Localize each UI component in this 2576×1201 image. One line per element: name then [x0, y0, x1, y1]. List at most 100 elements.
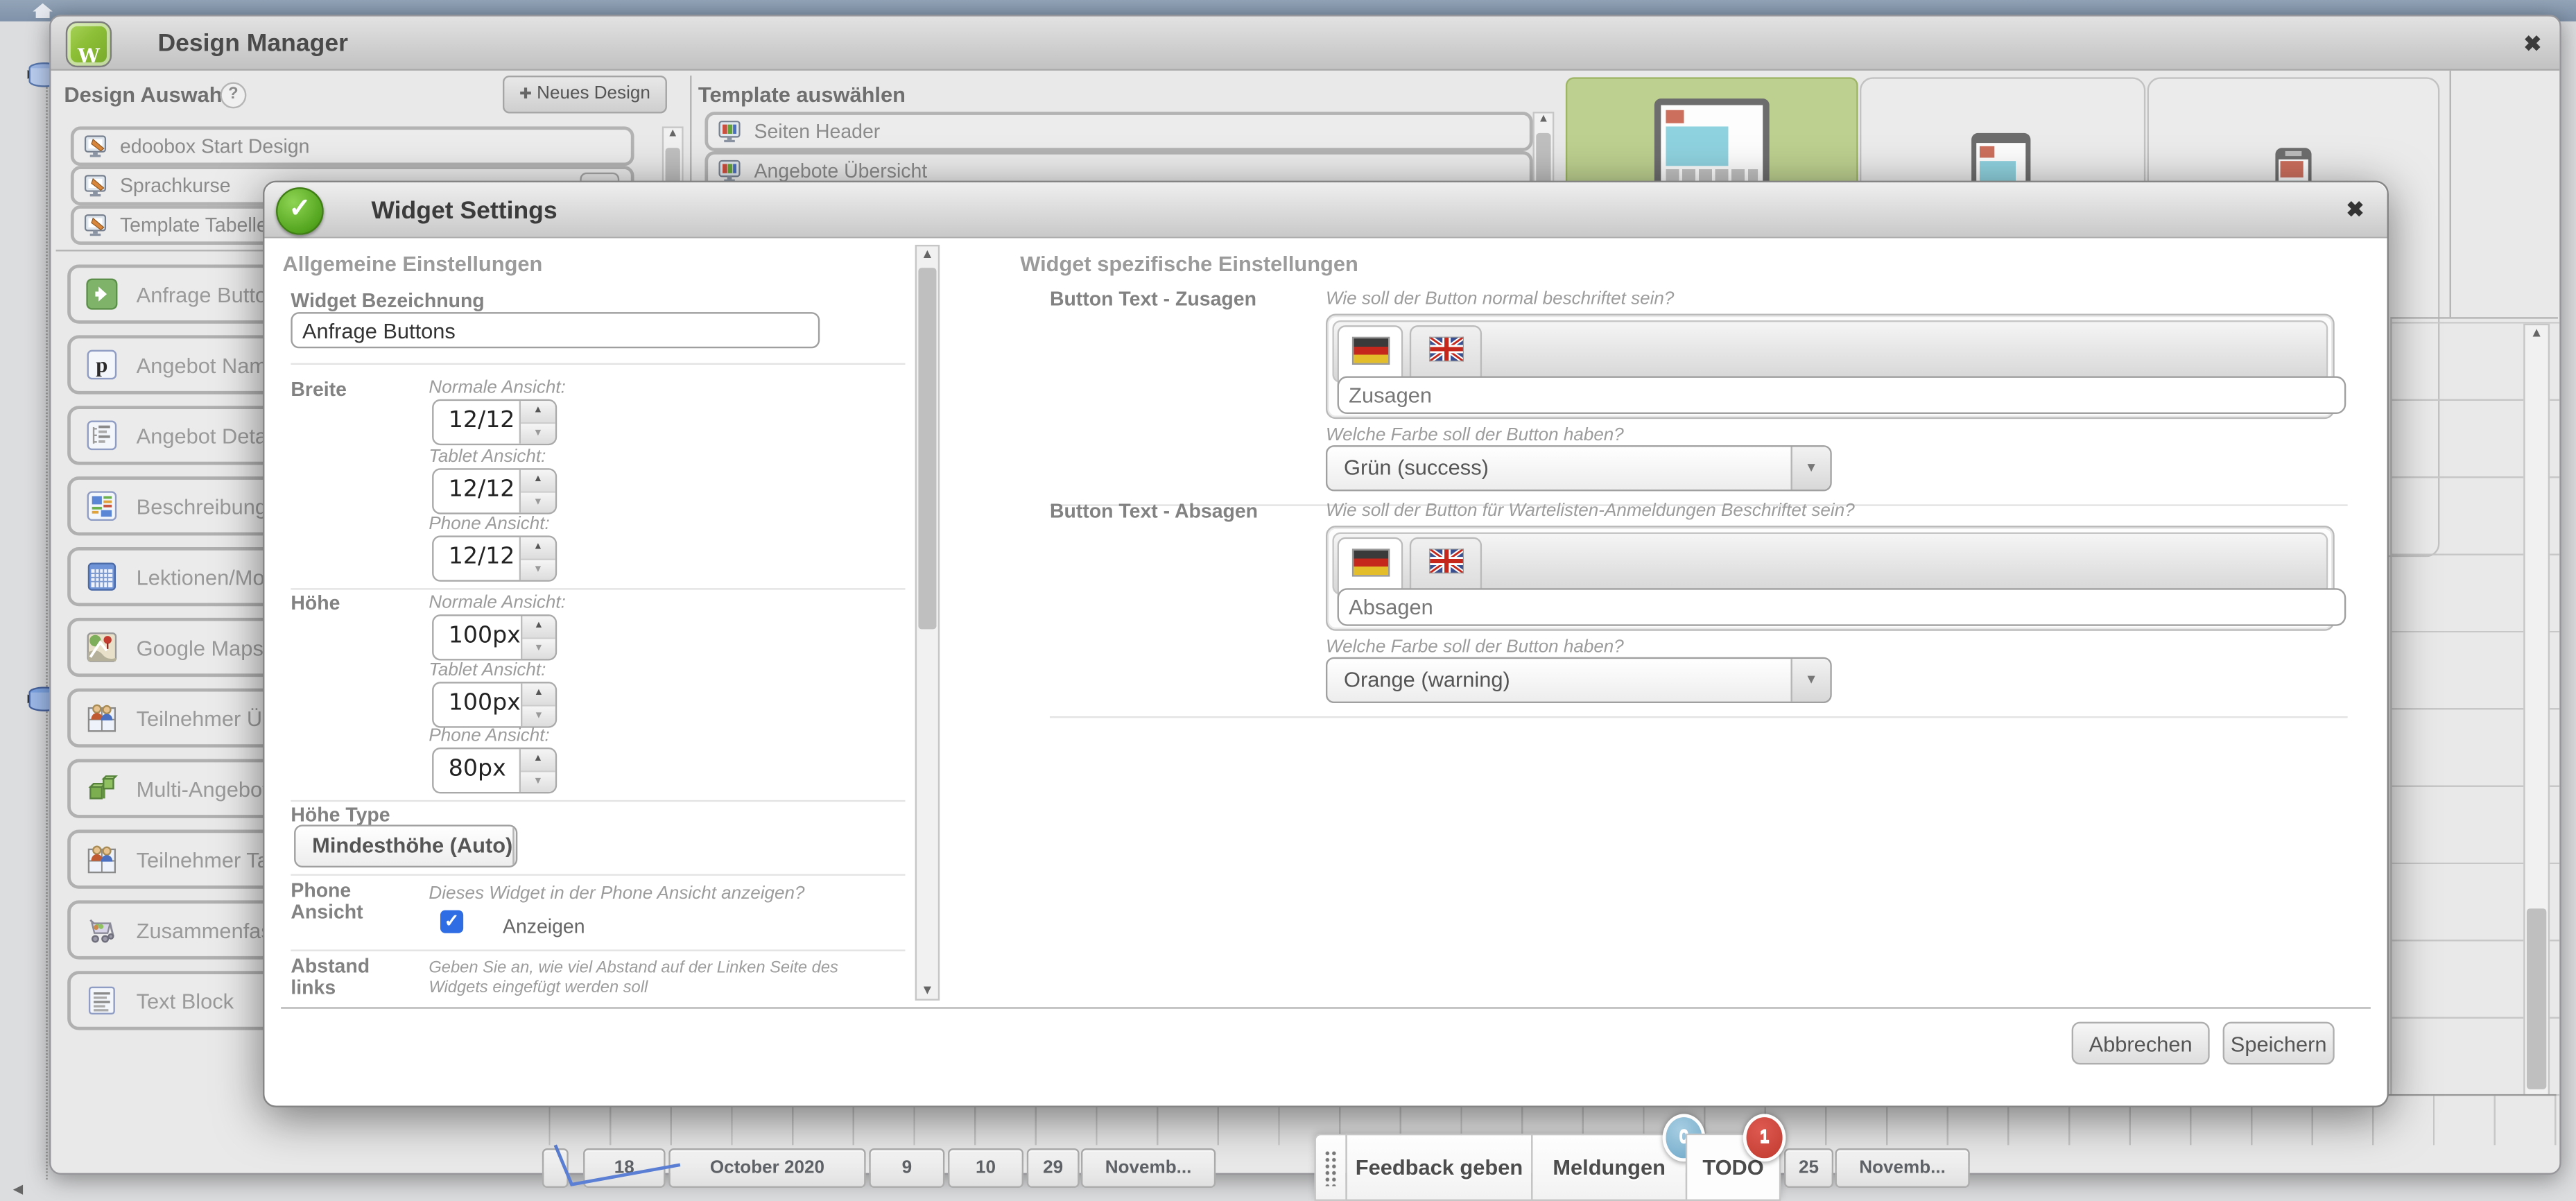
app-logo-icon: W — [66, 21, 112, 67]
timeline-zigzag — [552, 1142, 766, 1191]
modal-footer-divider — [281, 1007, 2371, 1008]
stepper-up-icon[interactable]: ▲ — [522, 684, 555, 706]
save-button[interactable]: Speichern — [2223, 1022, 2335, 1065]
date-cell[interactable]: Novemb... — [1081, 1148, 1216, 1188]
phone-ansicht-question: Dieses Widget in der Phone Ansicht anzei… — [429, 884, 804, 904]
horizontal-scroll-left-arrow[interactable]: ◄ — [10, 1181, 26, 1199]
tab-language-en[interactable] — [1410, 537, 1482, 594]
tab-label: Feedback geben — [1356, 1155, 1523, 1180]
design-item[interactable]: edoobox Start Design — [71, 126, 634, 166]
tabbar-drag-handle[interactable] — [1314, 1134, 1345, 1201]
stepper-down-icon[interactable]: ▼ — [522, 706, 555, 727]
widget-item-label: Angebot Name — [137, 352, 279, 377]
stepper-down-icon[interactable]: ▼ — [521, 423, 555, 444]
hoehe-tablet-stepper[interactable]: 100px ▲▼ — [432, 682, 557, 727]
scroll-up-icon[interactable]: ▲ — [917, 246, 938, 261]
widget-item-label: Teilnehmer Tal — [137, 847, 274, 872]
screen: ► ► ◄ W Design Manager ✖ Design Auswahl … — [0, 0, 2576, 1201]
stepper-value[interactable]: 12/12 — [433, 537, 519, 580]
absagen-label: Button Text - Absagen — [1050, 499, 1258, 522]
stepper-value[interactable]: 100px — [433, 616, 520, 659]
window-close-icon[interactable]: ✖ — [2523, 31, 2541, 58]
widget-settings-modal: ✓ Widget Settings ✖ Allgemeine Einstellu… — [263, 181, 2389, 1107]
stepper-down-icon[interactable]: ▼ — [521, 560, 555, 580]
hoehe-normal-stepper[interactable]: 100px ▲▼ — [432, 614, 557, 660]
schedule-scrollbar[interactable]: ▲ — [2523, 324, 2550, 1096]
tab-language-en[interactable] — [1410, 325, 1482, 381]
stepper-down-icon[interactable]: ▼ — [521, 492, 555, 513]
stepper-up-icon[interactable]: ▲ — [521, 749, 555, 771]
modal-left-scrollbar[interactable]: ▲ ▼ — [915, 245, 940, 1001]
breite-phone-stepper[interactable]: 12/12 ▲▼ — [432, 535, 557, 581]
date-cell[interactable]: 10 — [948, 1148, 1023, 1188]
paragraph-icon: p — [85, 348, 118, 381]
chevron-down-icon[interactable]: ▼ — [512, 827, 517, 866]
design-panel-title: Design Auswahl — [64, 82, 228, 107]
hoehe-type-select[interactable]: Mindesthöhe (Auto) ▼ — [294, 824, 517, 867]
template-item[interactable]: Seiten Header — [704, 112, 1532, 151]
stepper-up-icon[interactable]: ▲ — [521, 537, 555, 560]
zusagen-text-input[interactable] — [1338, 377, 2346, 414]
select-value: Grün (success) — [1327, 447, 1790, 490]
breite-label: Breite — [291, 378, 347, 401]
modal-title: Widget Settings — [371, 197, 557, 225]
zusagen-color-select[interactable]: Grün (success) ▼ — [1326, 445, 1832, 491]
modal-titlebar[interactable]: ✓ Widget Settings ✖ — [264, 182, 2387, 239]
phone-ansicht-label: Phone Ansicht — [291, 881, 409, 924]
date-cell[interactable]: 9 — [869, 1148, 944, 1188]
absagen-color-question: Welche Farbe soll der Button haben? — [1326, 637, 1624, 657]
scroll-up-icon[interactable]: ▲ — [1535, 113, 1553, 125]
detail-tree-icon — [85, 419, 118, 451]
breite-normal-stepper[interactable]: 12/12 ▲▼ — [432, 399, 557, 445]
anzeigen-checkbox[interactable]: ✓ — [440, 910, 463, 933]
stepper-value[interactable]: 12/12 — [433, 401, 519, 444]
scroll-up-icon[interactable]: ▲ — [664, 128, 682, 140]
scrollbar-thumb[interactable] — [2527, 908, 2546, 1089]
select-value: Orange (warning) — [1327, 659, 1790, 702]
hoehe-normal-label: Normale Ansicht: — [429, 593, 565, 612]
date-cell[interactable]: Novemb... — [1835, 1148, 1969, 1188]
stepper-up-icon[interactable]: ▲ — [521, 401, 555, 423]
widget-item-label: Google Maps — [137, 635, 263, 660]
stepper-up-icon[interactable]: ▲ — [522, 616, 555, 638]
absagen-color-select[interactable]: Orange (warning) ▼ — [1326, 657, 1832, 703]
date-cell[interactable]: 29 — [1027, 1148, 1080, 1188]
scroll-down-icon[interactable]: ▼ — [917, 983, 938, 997]
tab-meldungen[interactable]: Meldungen 0 — [1531, 1134, 1686, 1201]
stepper-value[interactable]: 12/12 — [433, 470, 519, 513]
general-settings-heading: Allgemeine Einstellungen — [283, 251, 543, 276]
chevron-down-icon[interactable]: ▼ — [1790, 659, 1830, 702]
template-monitor-icon — [718, 119, 743, 144]
anzeigen-label: Anzeigen — [503, 915, 585, 938]
stepper-value[interactable]: 80px — [433, 749, 519, 792]
breite-tablet-label: Tablet Ansicht: — [429, 447, 546, 466]
scrollbar-thumb[interactable] — [918, 268, 936, 629]
help-icon[interactable]: ? — [220, 82, 246, 108]
widget-name-input[interactable] — [291, 312, 820, 348]
modal-close-icon[interactable]: ✖ — [2346, 197, 2365, 223]
hoehe-phone-stepper[interactable]: 80px ▲▼ — [432, 748, 557, 793]
cancel-button[interactable]: Abbrechen — [2072, 1022, 2210, 1065]
zusagen-color-question: Welche Farbe soll der Button haben? — [1326, 426, 1624, 445]
chevron-down-icon[interactable]: ▼ — [1790, 447, 1830, 490]
widget-item-label: Multi-Angebote — [137, 776, 280, 801]
stepper-value[interactable]: 100px — [433, 684, 520, 727]
grip-dots-icon — [1324, 1149, 1338, 1185]
widget-item-label: Teilnehmer Üb — [137, 706, 275, 731]
tab-todo[interactable]: TODO 1 — [1686, 1134, 1781, 1201]
breite-tablet-stepper[interactable]: 12/12 ▲▼ — [432, 468, 557, 514]
zusagen-question: Wie soll der Button normal beschriftet s… — [1326, 289, 1674, 309]
stepper-down-icon[interactable]: ▼ — [522, 638, 555, 659]
template-monitor-icon — [718, 159, 743, 184]
hoehe-tablet-label: Tablet Ansicht: — [429, 660, 546, 680]
tab-feedback[interactable]: Feedback geben — [1345, 1134, 1531, 1201]
widget-item-label: Lektionen/Mod — [137, 564, 277, 589]
new-design-button[interactable]: ✚ Neues Design — [503, 76, 667, 113]
date-cell[interactable]: 25 — [1784, 1148, 1833, 1188]
window-titlebar[interactable]: W Design Manager ✖ — [51, 17, 2559, 71]
absagen-text-input[interactable] — [1338, 588, 2346, 625]
scroll-up-icon[interactable]: ▲ — [2525, 325, 2548, 340]
stepper-down-icon[interactable]: ▼ — [521, 771, 555, 792]
zusagen-label: Button Text - Zusagen — [1050, 288, 1256, 311]
stepper-up-icon[interactable]: ▲ — [521, 470, 555, 492]
